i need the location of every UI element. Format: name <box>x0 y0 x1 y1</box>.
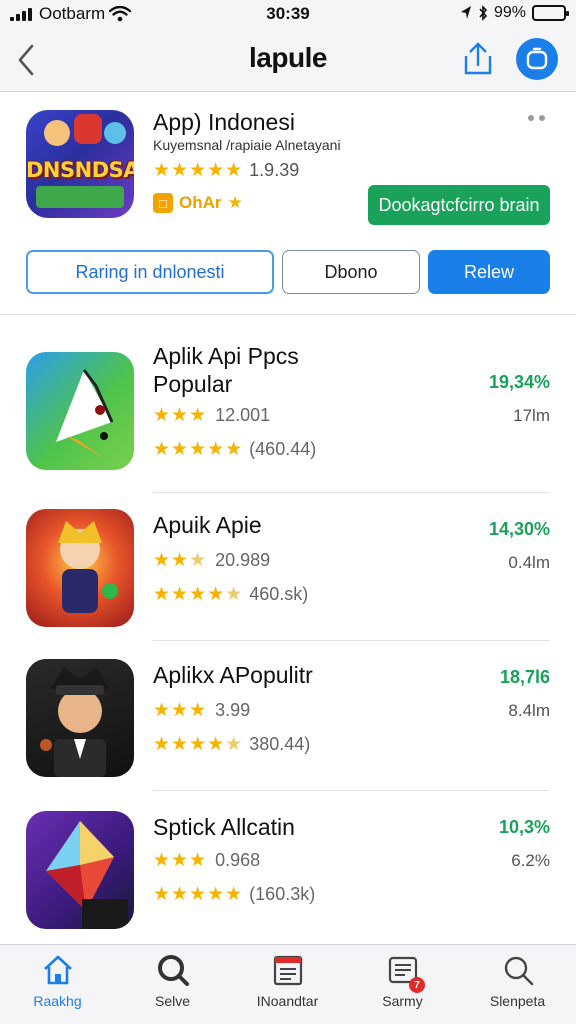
search-icon <box>157 955 189 986</box>
star-rating-icon: ★★★★★ <box>153 884 244 905</box>
app-name: Aplikx APopulitr <box>153 662 313 688</box>
person-icon <box>40 667 110 777</box>
character-icon <box>58 521 118 613</box>
tab-home[interactable]: Raakhg <box>0 953 115 1009</box>
tab-news[interactable]: 7 Sarmy <box>345 953 460 1009</box>
star-rating-icon: ★★★ <box>153 550 208 571</box>
calendar-icon <box>273 955 302 986</box>
app-percent: 18,7l6 <box>499 667 550 687</box>
star-rating-icon: ★★★ <box>153 850 208 871</box>
download-button[interactable]: Dookagtcfcirro brain <box>368 185 550 225</box>
app-size: 8.4lm <box>508 701 550 720</box>
list-item[interactable]: Apuik Apie ★★★ 20.989 ★★★★★ 460.sk) 14,3… <box>0 493 576 641</box>
featured-rating-count: 1.9.39 <box>249 160 300 180</box>
featured-badge-text: OhAr <box>179 193 222 212</box>
badge-icon: □ <box>153 193 173 213</box>
list-item[interactable]: Aplik Api Ppcs Popular ★★★ 12.001 ★★★★★ … <box>0 318 576 493</box>
timer-icon <box>526 47 548 70</box>
app-rating-count: 0.968 <box>215 850 261 870</box>
star-rating-icon: ★★★★★ <box>153 734 244 755</box>
app-icon-diamond <box>26 811 134 929</box>
app-percent: 14,30% <box>488 519 550 539</box>
list-item[interactable]: Sptick Allcatin ★★★ 0.968 ★★★★★ (160.3k)… <box>0 791 576 941</box>
bottom-tab-bar: Raakhg Selve INoandtar 7 Sarmy Slenpeta <box>0 944 576 1024</box>
app-icon-character <box>26 509 134 627</box>
star-rating-icon: ★★★★★ <box>153 584 244 605</box>
app-size: 17lm <box>513 406 550 425</box>
app-rating-count: 12.001 <box>215 405 271 425</box>
battery-percent: 99% <box>493 4 526 21</box>
app-percent: 10,3% <box>498 817 550 837</box>
featured-rating: ★★★★★ 1.9.39 <box>153 159 299 182</box>
status-bar: Ootbarm 30:39 99% <box>0 0 576 30</box>
star-rating-icon: ★★★ <box>153 405 208 426</box>
more-options-icon[interactable] <box>528 115 545 121</box>
nav-header: lapule <box>0 30 576 92</box>
featured-app-icon[interactable]: DNSNDSA <box>26 110 134 218</box>
featured-icon-text: DNSNDSA <box>26 158 134 182</box>
app-icon-bird <box>26 352 134 470</box>
tab-label: Selve <box>154 993 191 1009</box>
app-review-count: (160.3k) <box>249 884 316 904</box>
app-review-count: 380.44) <box>249 734 311 754</box>
bird-icon <box>56 369 114 458</box>
tab-calendar[interactable]: INoandtar <box>230 953 345 1009</box>
home-icon <box>43 955 72 985</box>
featured-app-card: DNSNDSA App) Indonesi Kuyemsnal /rapiaie… <box>0 93 576 315</box>
tab-search[interactable]: Selve <box>115 953 230 1009</box>
star-rating-icon: ★★★ <box>153 700 208 721</box>
tab-ranking[interactable]: Raring in dnlonesti <box>26 250 274 294</box>
app-name-line2: Popular <box>153 371 233 397</box>
app-name: Aplik Api Ppcs <box>153 343 299 369</box>
bluetooth-icon <box>479 5 488 21</box>
tab-label: Sarmy <box>382 993 423 1009</box>
app-review-count: (460.44) <box>249 439 317 459</box>
search-icon <box>504 956 533 986</box>
diamond-icon <box>46 821 128 929</box>
tab-label: INoandtar <box>256 993 319 1009</box>
list-item[interactable]: Aplikx APopulitr ★★★ 3.99 ★★★★★ 380.44) … <box>0 641 576 791</box>
share-icon[interactable] <box>458 40 498 80</box>
notification-badge: 7 <box>409 977 425 993</box>
app-percent: 19,34% <box>488 372 550 392</box>
app-rating-count: 3.99 <box>215 700 251 720</box>
location-icon <box>460 6 471 19</box>
star-rating-icon: ★★★★★ <box>153 160 244 181</box>
tab-label: Slenpeta <box>489 993 546 1009</box>
app-rating-count: 20.989 <box>215 550 271 570</box>
profile-button[interactable] <box>516 38 558 80</box>
tab-explore[interactable]: Slenpeta <box>460 953 575 1009</box>
app-name: Apuik Apie <box>153 512 262 538</box>
app-size: 0.4lm <box>508 553 550 572</box>
star-icon: ★ <box>227 193 244 212</box>
app-review-count: 460.sk) <box>249 584 309 604</box>
app-size: 6.2% <box>511 851 550 870</box>
tab-secondary[interactable]: Dbono <box>282 250 420 294</box>
tab-review[interactable]: Relew <box>428 250 550 294</box>
featured-app-subtitle: Kuyemsnal /rapiaie Alnetayani <box>153 137 341 153</box>
star-rating-icon: ★★★★★ <box>153 439 244 460</box>
battery-icon <box>532 5 569 21</box>
featured-badge: □ OhAr ★ <box>153 193 244 213</box>
tab-label: Raakhg <box>33 993 82 1009</box>
featured-app-title: App) Indonesi <box>153 109 295 135</box>
app-name: Sptick Allcatin <box>153 814 295 840</box>
app-icon-person <box>26 659 134 777</box>
